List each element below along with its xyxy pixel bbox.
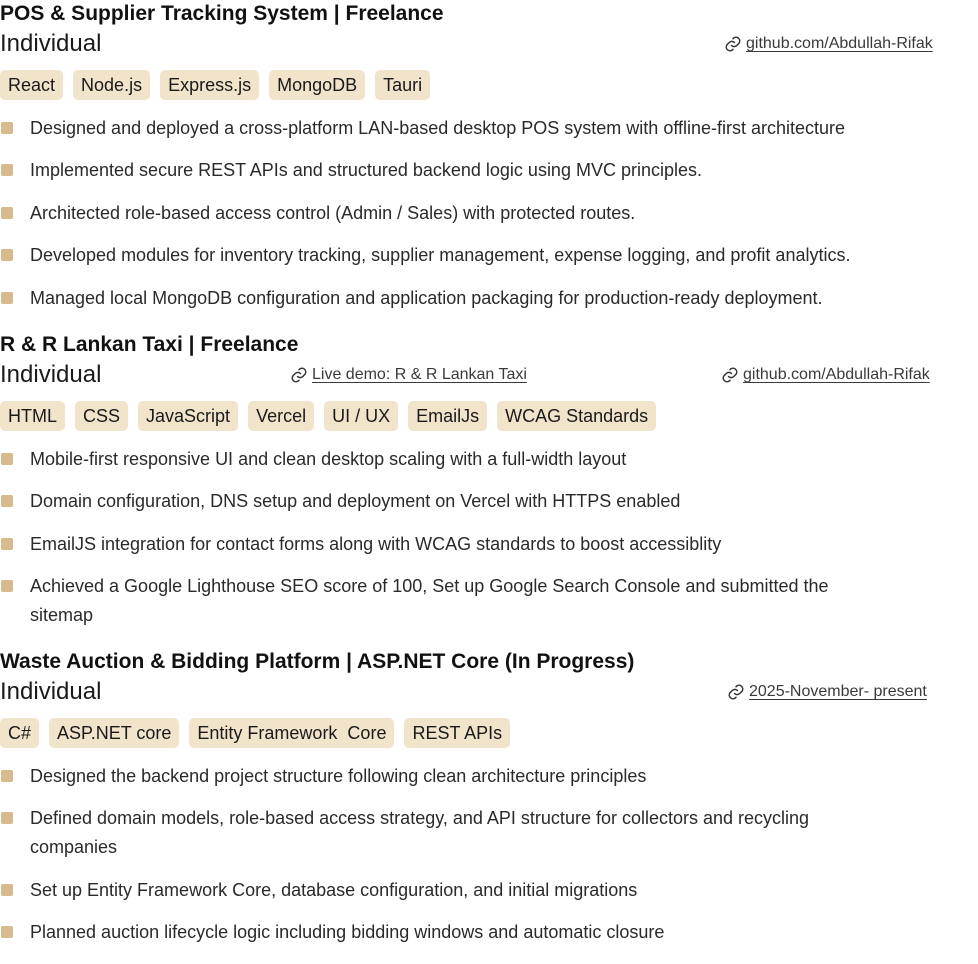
bullet-text: Managed local MongoDB configuration and … xyxy=(30,287,823,308)
bullet-marker xyxy=(1,537,13,550)
tech-tag: EmailJs xyxy=(408,401,488,431)
bullet-text: Achieved a Google Lighthouse SEO score o… xyxy=(30,576,829,625)
bullet-marker xyxy=(1,580,13,592)
project-title: R & R Lankan Taxi | Freelance xyxy=(0,333,299,356)
list-item: Defined domain models, role-based access… xyxy=(0,804,830,862)
link-icon xyxy=(725,36,741,52)
project-role: Individual xyxy=(0,361,102,388)
tech-tags: HTML CSS JavaScript Vercel UI / UX Email… xyxy=(0,401,978,431)
list-item: Designed the backend project structure f… xyxy=(0,762,978,791)
list-item: Implemented secure REST APIs and structu… xyxy=(0,156,978,185)
project-waste-auction: Waste Auction & Bidding Platform | ASP.N… xyxy=(0,648,978,947)
project-title: POS & Supplier Tracking System | Freelan… xyxy=(0,2,444,25)
bullet-text: Set up Entity Framework Core, database c… xyxy=(30,879,638,900)
bullet-text: Defined domain models, role-based access… xyxy=(30,808,810,857)
bullet-marker xyxy=(1,206,13,219)
bullet-text: Designed and deployed a cross-platform L… xyxy=(30,117,846,138)
list-item: Architected role-based access control (A… xyxy=(0,199,978,228)
bullet-marker xyxy=(1,495,13,507)
list-item: Developed modules for inventory tracking… xyxy=(0,241,978,270)
bullet-text: Designed the backend project structure f… xyxy=(30,765,647,786)
project-meta: Individual Live demo: R & R Lankan Taxi … xyxy=(0,359,978,391)
tech-tag: Node.js xyxy=(73,70,151,100)
tech-tag: HTML xyxy=(0,401,65,431)
project-pos: POS & Supplier Tracking System | Freelan… xyxy=(0,0,978,313)
project-title: Waste Auction & Bidding Platform | ASP.N… xyxy=(0,650,635,673)
live-demo-link-text: Live demo: R & R Lankan Taxi xyxy=(312,366,527,383)
bullet-marker xyxy=(1,164,13,176)
tech-tag: Entity Framework Core xyxy=(189,718,395,748)
bullet-list: Mobile-first responsive UI and clean des… xyxy=(0,445,978,631)
list-item: Domain configuration, DNS setup and depl… xyxy=(0,487,978,516)
tech-tags: React Node.js Express.js MongoDB Tauri xyxy=(0,70,978,100)
resume-projects-section: POS & Supplier Tracking System | Freelan… xyxy=(0,0,978,964)
list-item: Planned auction lifecycle logic includin… xyxy=(0,918,978,947)
bullet-marker xyxy=(1,769,13,782)
tech-tag: Vercel xyxy=(248,401,315,431)
bullet-marker xyxy=(1,291,13,304)
bullet-text: EmailJS integration for contact forms al… xyxy=(30,533,722,554)
github-link-text: github.com/Abdullah-Rifak xyxy=(746,35,933,52)
tech-tag: Express.js xyxy=(160,70,260,100)
bullet-text: Implemented secure REST APIs and structu… xyxy=(30,160,702,180)
date-link[interactable]: 2025-November- present xyxy=(727,682,927,702)
link-icon xyxy=(291,367,307,383)
live-demo-link[interactable]: Live demo: R & R Lankan Taxi xyxy=(290,365,527,385)
link-icon xyxy=(722,367,738,383)
project-meta: Individual 2025-November- present xyxy=(0,676,978,708)
bullet-marker xyxy=(1,883,13,896)
link-icon xyxy=(728,684,744,700)
bullet-marker xyxy=(1,121,13,134)
tech-tag: JavaScript xyxy=(138,401,239,431)
project-meta: Individual github.com/Abdullah-Rifak xyxy=(0,28,978,60)
tech-tag: WCAG Standards xyxy=(497,401,657,431)
github-link-text: github.com/Abdullah-Rifak xyxy=(743,366,930,383)
list-item: Set up Entity Framework Core, database c… xyxy=(0,876,978,905)
tech-tag: Tauri xyxy=(375,70,431,100)
bullet-marker xyxy=(1,812,13,824)
bullet-list: Designed and deployed a cross-platform L… xyxy=(0,114,978,313)
bullet-marker xyxy=(1,452,13,465)
github-link[interactable]: github.com/Abdullah-Rifak xyxy=(721,365,930,385)
list-item: Mobile-first responsive UI and clean des… xyxy=(0,445,978,474)
bullet-text: Developed modules for inventory tracking… xyxy=(30,245,851,265)
date-link-text: 2025-November- present xyxy=(749,683,927,700)
tech-tags: C# ASP.NET core Entity Framework Core RE… xyxy=(0,718,978,748)
github-link[interactable]: github.com/Abdullah-Rifak xyxy=(724,34,933,54)
tech-tag: ASP.NET core xyxy=(49,718,180,748)
bullet-text: Planned auction lifecycle logic includin… xyxy=(30,922,665,942)
tech-tag: CSS xyxy=(75,401,129,431)
list-item: EmailJS integration for contact forms al… xyxy=(0,530,978,559)
bullet-text: Domain configuration, DNS setup and depl… xyxy=(30,491,681,511)
project-role: Individual xyxy=(0,678,102,705)
project-role: Individual xyxy=(0,30,102,57)
list-item: Achieved a Google Lighthouse SEO score o… xyxy=(0,572,830,630)
bullet-text: Mobile-first responsive UI and clean des… xyxy=(30,448,627,469)
tech-tag: React xyxy=(0,70,64,100)
tech-tag: C# xyxy=(0,718,40,748)
tech-tag: MongoDB xyxy=(269,70,366,100)
bullet-marker xyxy=(1,249,13,261)
list-item: Designed and deployed a cross-platform L… xyxy=(0,114,978,143)
bullet-marker xyxy=(1,926,13,938)
tech-tag: REST APIs xyxy=(404,718,511,748)
bullet-text: Architected role-based access control (A… xyxy=(30,202,636,223)
tech-tag: UI / UX xyxy=(324,401,399,431)
project-taxi: R & R Lankan Taxi | Freelance Individual… xyxy=(0,331,978,630)
list-item: Managed local MongoDB configuration and … xyxy=(0,284,978,313)
bullet-list: Designed the backend project structure f… xyxy=(0,762,978,948)
